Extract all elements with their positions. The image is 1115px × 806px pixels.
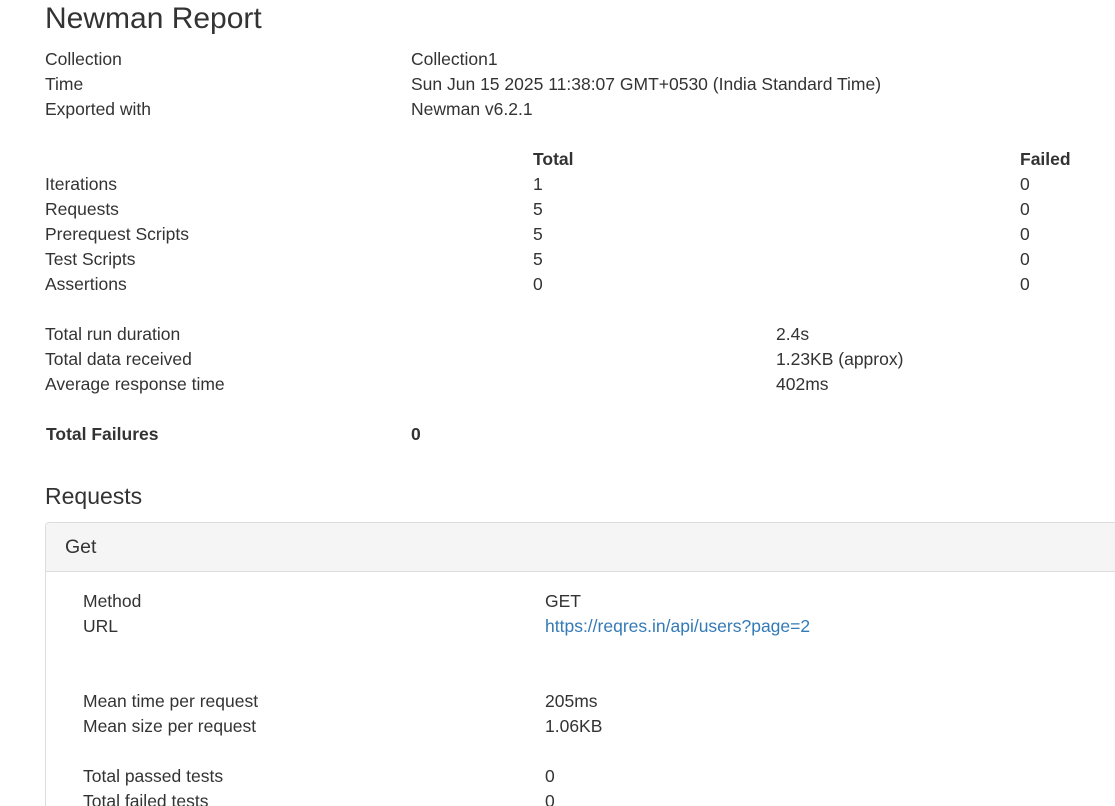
mean-size-label: Mean size per request (83, 716, 257, 736)
passed-tests-label: Total passed tests (83, 766, 224, 786)
url-label: URL (83, 616, 119, 636)
stats-row-label: Iterations (45, 174, 117, 194)
request-panel-title[interactable]: Get (65, 534, 96, 560)
requests-heading: Requests (45, 483, 143, 509)
stats-row-total: 0 (533, 274, 543, 294)
total-failures-label: Total Failures (46, 424, 159, 444)
stats-row-failed: 0 (1020, 199, 1030, 219)
run-duration-label: Total run duration (45, 324, 181, 344)
data-received-label: Total data received (45, 349, 192, 369)
url-link[interactable]: https://reqres.in/api/users?page=2 (545, 614, 810, 639)
method-value: GET (545, 591, 581, 611)
stats-row-total: 5 (533, 224, 543, 244)
avg-response-value: 402ms (776, 374, 829, 394)
time-label: Time (45, 74, 84, 94)
stats-row-failed: 0 (1020, 224, 1030, 244)
collection-label: Collection (45, 49, 122, 69)
mean-time-label: Mean time per request (83, 691, 259, 711)
page-title: Newman Report (45, 2, 262, 35)
stats-row-label: Test Scripts (45, 249, 136, 269)
request-panel-header[interactable]: Get (46, 523, 1115, 572)
exported-value: Newman v6.2.1 (411, 99, 533, 119)
stats-row-failed: 0 (1020, 274, 1030, 294)
exported-label: Exported with (45, 99, 152, 119)
mean-size-value: 1.06KB (545, 716, 603, 736)
stats-row-failed: 0 (1020, 249, 1030, 269)
stats-row-total: 5 (533, 249, 543, 269)
stats-row-failed: 0 (1020, 174, 1030, 194)
avg-response-label: Average response time (45, 374, 225, 394)
stats-header-failed: Failed (1020, 149, 1071, 169)
run-duration-value: 2.4s (776, 324, 810, 344)
stats-row-label: Assertions (45, 274, 127, 294)
passed-tests-value: 0 (545, 766, 555, 786)
data-received-value: 1.23KB (approx) (776, 349, 904, 369)
failed-tests-value: 0 (545, 791, 555, 806)
report-page: Newman Report Collection Collection1 Tim… (0, 0, 1115, 806)
method-label: Method (83, 591, 142, 611)
collection-value: Collection1 (411, 49, 498, 69)
failed-tests-label: Total failed tests (83, 791, 209, 806)
stats-row-label: Prerequest Scripts (45, 224, 189, 244)
stats-row-total: 1 (533, 174, 543, 194)
stats-header-total: Total (533, 149, 574, 169)
time-value: Sun Jun 15 2025 11:38:07 GMT+0530 (India… (411, 74, 882, 94)
stats-row-label: Requests (45, 199, 119, 219)
stats-row-total: 5 (533, 199, 543, 219)
total-failures-value: 0 (411, 424, 421, 444)
mean-time-value: 205ms (545, 691, 598, 711)
